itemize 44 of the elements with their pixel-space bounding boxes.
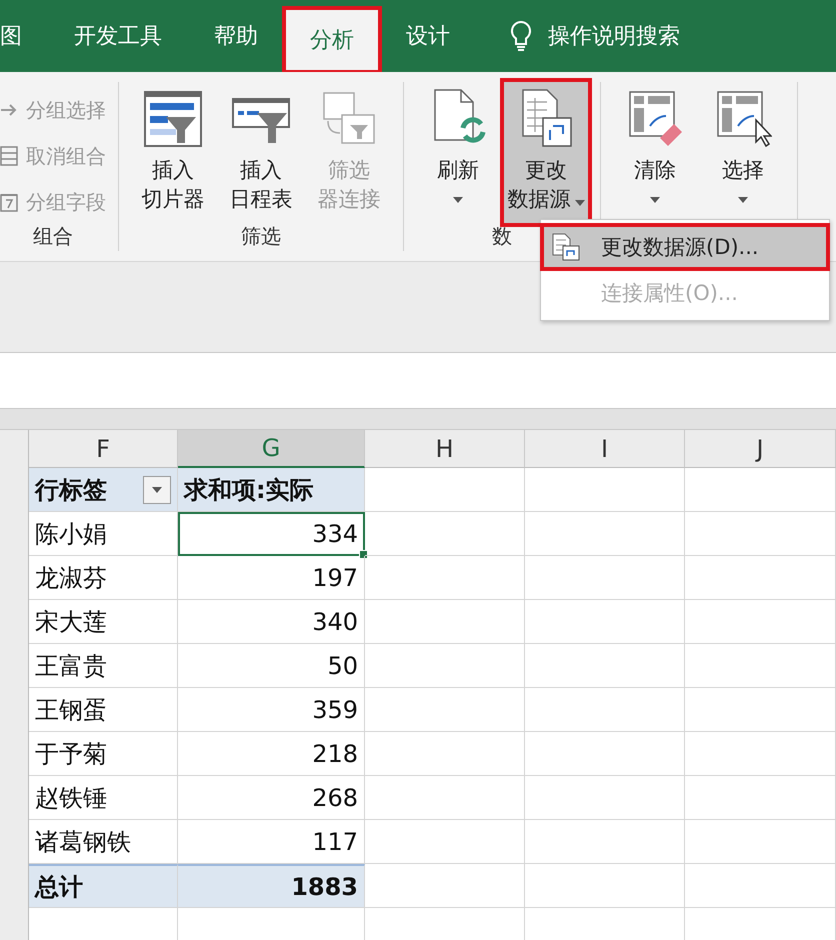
pivot-header-cell-text: 行标签 (35, 474, 107, 506)
caret-icon (152, 486, 162, 492)
value-cell: 197 (178, 556, 365, 600)
ribbon-button[interactable]: 刷新 (416, 82, 500, 223)
group-label: 组合 (33, 223, 73, 250)
value-cell: 218 (178, 732, 365, 776)
filter-dropdown-button[interactable] (143, 476, 171, 504)
value-cell: 50 (178, 644, 365, 688)
ribbon-tab[interactable]: 分析 (284, 8, 380, 72)
column-header[interactable]: J (685, 430, 836, 468)
column-header[interactable]: G (178, 430, 365, 468)
value-cell: 359 (178, 688, 365, 732)
row-label-cell: 宋大莲 (29, 600, 178, 644)
column-header[interactable]: I (525, 430, 685, 468)
ribbon-tab[interactable]: 图 (0, 0, 48, 72)
ribbon-button[interactable]: 更改 数据源 (504, 82, 588, 223)
data-source-icon (551, 232, 581, 262)
slicer-icon (144, 88, 202, 150)
row-label-cell: 王富贵 (29, 644, 178, 688)
ribbon-tab[interactable]: 开发工具 (48, 0, 188, 72)
row-label-cell: 龙淑芬 (29, 556, 178, 600)
column-header[interactable]: H (365, 430, 525, 468)
ribbon-tab[interactable]: 帮助 (188, 0, 284, 72)
ribbon-tab[interactable]: 设计 (380, 0, 476, 72)
lightbulb-icon (510, 20, 532, 52)
tell-me-search[interactable]: 操作说明搜索 (476, 0, 680, 72)
row-header[interactable] (0, 908, 29, 940)
grand-total-label: 总计 (29, 864, 178, 908)
value-cell: 340 (178, 600, 365, 644)
group-label: 数 (492, 223, 512, 250)
grid-icon (0, 146, 18, 166)
ribbon-button[interactable]: 插入 切片器 (131, 82, 215, 223)
row-label-cell: 王钢蛋 (29, 688, 178, 732)
row-label-cell: 于予菊 (29, 732, 178, 776)
group-label: 筛选 (241, 223, 281, 250)
ribbon-button[interactable]: 插入 日程表 (219, 82, 303, 223)
pivot-header-cell: 求和项:实际 (178, 468, 365, 512)
grand-total-value: 1883 (178, 864, 365, 908)
row-label-cell: 赵铁锤 (29, 776, 178, 820)
calendar-icon (0, 192, 18, 212)
value-cell: 334 (178, 512, 365, 556)
row-label-cell: 陈小娟 (29, 512, 178, 556)
value-cell: 268 (178, 776, 365, 820)
menu-item[interactable]: 更改数据源(D)... (541, 224, 829, 270)
